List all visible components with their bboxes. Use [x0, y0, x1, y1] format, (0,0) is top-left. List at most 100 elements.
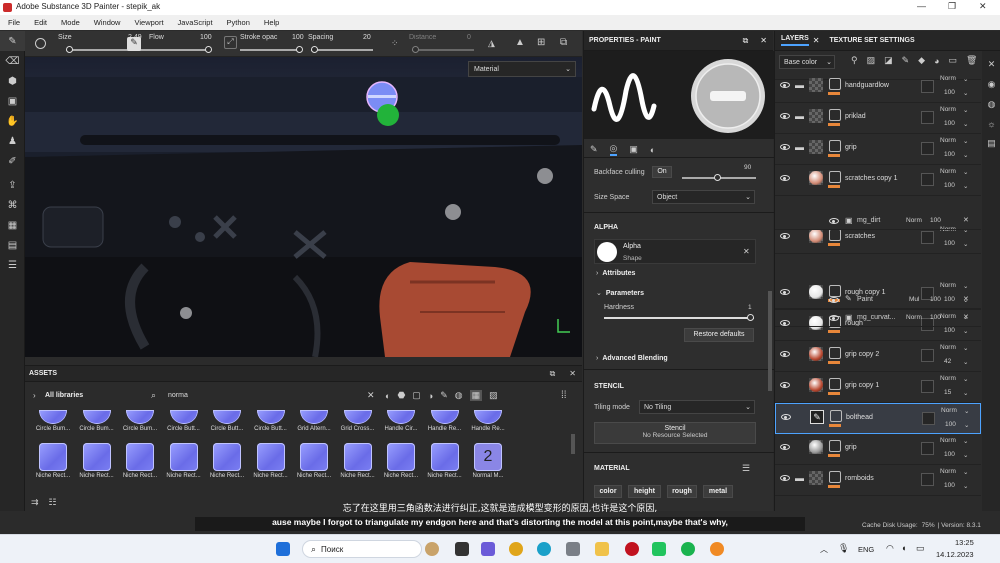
visibility-eye-icon[interactable] — [780, 113, 790, 119]
chevron-down-icon[interactable]: ⌄ — [963, 451, 968, 459]
camera-icon[interactable]: ⌘ — [0, 195, 25, 215]
layer-mask-slot[interactable] — [922, 412, 935, 425]
channel-rough-button[interactable]: rough — [667, 485, 697, 498]
opacity-input[interactable]: 100 — [944, 89, 955, 96]
blend-mode-select[interactable]: Norm — [940, 75, 956, 82]
filter-material-icon[interactable]: ◐ — [385, 391, 390, 401]
menu-window[interactable]: Window — [94, 18, 121, 27]
pycharm-icon[interactable] — [652, 542, 666, 556]
hardness-slider-knob[interactable] — [747, 314, 754, 321]
restore-defaults-button[interactable]: Restore defaults — [684, 328, 754, 342]
clock-time[interactable]: 13:25 — [955, 538, 974, 547]
store-icon[interactable] — [566, 542, 580, 556]
layer-mask-slot[interactable] — [921, 173, 934, 186]
explorer-icon[interactable] — [595, 542, 609, 556]
import-icon[interactable]: ⇉ — [31, 497, 39, 508]
start-icon[interactable] — [276, 542, 290, 556]
opacity-input[interactable]: 100 — [945, 421, 956, 428]
material-menu-icon[interactable]: ☰ — [742, 463, 750, 474]
sub-layer-row[interactable]: ▣ mg_curvat... Norm 100 ✕ — [775, 309, 981, 327]
blend-mode-select[interactable]: Norm — [940, 344, 956, 351]
visibility-eye-icon[interactable] — [780, 233, 790, 239]
filter-procedural-icon[interactable]: ◍ — [455, 390, 463, 401]
opacity-input[interactable]: 100 — [944, 482, 955, 489]
layer-row[interactable]: scratches copy 1 Norm 100 ⌄ ⌄ — [775, 165, 981, 196]
polygon-fill-icon[interactable]: ▣ — [0, 91, 25, 111]
layer-mask-slot[interactable] — [921, 80, 934, 93]
display-settings-icon[interactable]: ◍ — [988, 99, 996, 110]
layer-row[interactable]: grip copy 1 Norm 15 ⌄ ⌄ — [775, 372, 981, 403]
menu-mode[interactable]: Mode — [61, 18, 80, 27]
material-tab-icon[interactable]: ◐ — [650, 145, 655, 155]
shader-settings-icon[interactable]: ☼ — [987, 119, 995, 129]
blender-icon[interactable] — [710, 542, 724, 556]
projection-icon[interactable]: ⬢ — [0, 71, 25, 91]
layer-mask-slot[interactable] — [921, 111, 934, 124]
layer-row[interactable]: ▬ romboids Norm 100 ⌄ ⌄ — [775, 465, 981, 496]
viewport-mode-select[interactable]: Material ⌄ — [468, 61, 576, 77]
language-indicator[interactable]: ENG — [858, 545, 874, 554]
clock-date[interactable]: 14.12.2023 — [936, 550, 974, 559]
alpha-resource[interactable]: Alpha Shape ✕ — [594, 239, 756, 264]
visibility-eye-icon[interactable] — [780, 382, 790, 388]
asset-tile[interactable]: Niche Rect... — [250, 443, 292, 479]
edge-icon[interactable] — [537, 542, 551, 556]
asset-tile[interactable]: Circle Butt... — [163, 410, 205, 432]
clone-icon[interactable]: ♟ — [0, 131, 25, 151]
asset-tile[interactable]: Circle Bum... — [32, 410, 74, 432]
tab-texture-set-settings[interactable]: TEXTURE SET SETTINGS — [829, 37, 914, 44]
opacity-input[interactable]: 100 — [944, 240, 955, 247]
assets-scrollbar[interactable] — [571, 434, 575, 454]
chevron-down-icon[interactable]: ⌄ — [963, 168, 968, 176]
layer-mask-slot[interactable] — [921, 349, 934, 362]
channel-select[interactable]: Base color ⌄ — [779, 55, 835, 69]
blend-mode-select[interactable]: Norm — [941, 407, 957, 414]
chevron-down-icon[interactable]: ⌄ — [963, 389, 968, 397]
filter-smart-icon[interactable]: ⬣ — [397, 390, 405, 401]
layer-row[interactable]: grip copy 2 Norm 42 ⌄ ⌄ — [775, 341, 981, 372]
delete-layer-icon[interactable]: 🗑 — [966, 55, 977, 66]
chevron-down-icon[interactable]: ⌄ — [963, 344, 968, 352]
asset-tile[interactable]: Niche Rect... — [76, 443, 118, 479]
layer-row[interactable]: ▬ grip Norm 100 ⌄ ⌄ — [775, 134, 981, 165]
blend-mode-select[interactable]: Norm — [940, 468, 956, 475]
microphone-icon[interactable]: 🎙 — [838, 543, 849, 554]
menu-file[interactable]: File — [8, 18, 20, 27]
asset-tile[interactable]: Grid Altern... — [293, 410, 335, 432]
visibility-eye-icon[interactable] — [780, 144, 790, 150]
visibility-eye-icon[interactable] — [781, 414, 791, 420]
split-icon[interactable]: ⧉ — [560, 37, 567, 48]
add-mask-icon[interactable]: ▨ — [867, 55, 876, 66]
chevron-down-icon[interactable]: ⌄ — [963, 375, 968, 383]
layer-row[interactable]: grip Norm 100 ⌄ ⌄ — [775, 434, 981, 465]
screenshot-icon[interactable]: ▦ — [0, 215, 25, 235]
asset-tile[interactable]: Handle Cir... — [380, 410, 422, 432]
clear-search-icon[interactable]: ✕ — [367, 390, 375, 401]
channel-height-button[interactable]: height — [628, 485, 661, 498]
menu-edit[interactable]: Edit — [34, 18, 47, 27]
layer-mask-slot[interactable] — [921, 380, 934, 393]
layer-row[interactable]: ▬ priklad Norm 100 ⌄ ⌄ — [775, 103, 981, 134]
add-fill-layer-icon[interactable]: ◆ — [918, 55, 925, 66]
log-icon[interactable]: ☰ — [0, 255, 25, 275]
display-icon[interactable]: ▤ — [0, 235, 25, 255]
close-icon[interactable]: ✕ — [979, 1, 987, 12]
remove-effect-icon[interactable]: ✕ — [963, 216, 969, 224]
flow-pressure-icon[interactable]: ⤢ — [224, 36, 237, 49]
chevron-down-icon[interactable]: ⌄ — [963, 151, 968, 159]
chevron-down-icon[interactable]: ⌄ — [963, 468, 968, 476]
chevron-down-icon[interactable]: ⌄ — [963, 106, 968, 114]
visibility-eye-icon[interactable] — [780, 444, 790, 450]
chevron-down-icon[interactable]: ⌄ — [964, 407, 969, 415]
remove-effect-icon[interactable]: ✕ — [963, 295, 969, 303]
history-icon[interactable]: ▤ — [987, 138, 996, 149]
brush-shape-icon[interactable] — [35, 38, 46, 49]
asset-tile[interactable]: Niche Rect... — [424, 443, 466, 479]
blend-mode-select[interactable]: Norm — [940, 375, 956, 382]
menu-python[interactable]: Python — [227, 18, 250, 27]
filter-brush-icon[interactable]: ✎ — [440, 390, 448, 401]
asset-tile[interactable]: Niche Rect... — [119, 443, 161, 479]
visibility-eye-icon[interactable] — [780, 175, 790, 181]
asset-tile[interactable]: 2 Normal M... — [467, 443, 509, 479]
maximize-icon[interactable]: ❐ — [948, 1, 956, 12]
